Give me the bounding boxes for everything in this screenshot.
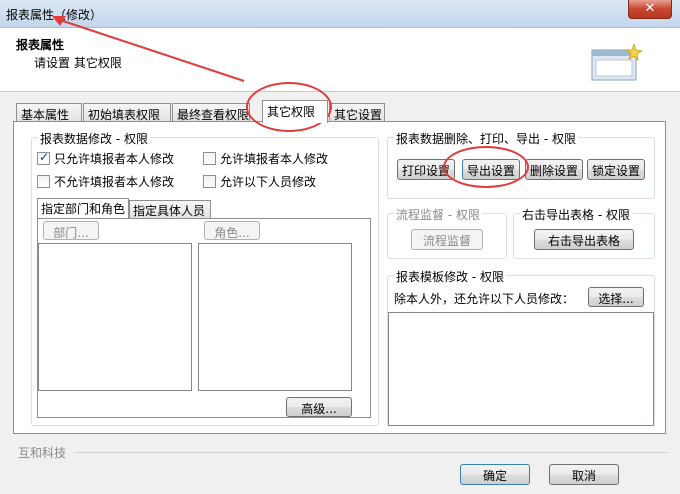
title-bar: 报表属性（修改） ✕ [0,0,680,28]
template-modify-description: 除本人外，还允许以下人员修改： [394,292,575,306]
checkbox-label: 允许以下人员修改 [220,175,317,189]
checkbox-box[interactable] [37,150,50,165]
company-label: 互和科技 [18,446,67,460]
role-button[interactable]: 角色... [204,221,260,240]
header-subtitle: 请设置 其它权限 [34,56,122,70]
allow-others-modify-checkbox[interactable]: 允许以下人员修改 [203,173,316,190]
header-title: 报表属性 [16,38,65,52]
role-list[interactable] [198,243,352,391]
tab-initial-fill[interactable]: 初始填表权限 [83,103,171,123]
data-modify-legend: 报表数据修改 - 权限 [38,130,150,147]
disallow-self-modify-checkbox[interactable]: 不允许填报者本人修改 [37,173,174,190]
allow-self-modify-checkbox[interactable]: 允许填报者本人修改 [203,150,328,167]
checkbox-label: 不允许填报者本人修改 [54,175,175,189]
annotation-circle-export [443,146,529,188]
select-users-button[interactable]: 选择... [588,287,644,307]
data-modify-group: 报表数据修改 - 权限 只允许填报者本人修改 允许填报者本人修改 不允许填报者本… [31,130,379,426]
tab-basic[interactable]: 基本属性 [16,103,82,123]
close-button[interactable]: ✕ [628,0,672,19]
checkbox-label: 只允许填报者本人修改 [54,152,175,166]
dept-list[interactable] [38,243,192,391]
checkbox-label: 允许填报者本人修改 [220,152,329,166]
template-modify-group: 报表模板修改 - 权限 除本人外，还允许以下人员修改： 选择... [387,268,655,426]
checkbox-box[interactable] [203,175,216,188]
right-export-button[interactable]: 右击导出表格 [534,229,634,250]
right-export-group: 右击导出表格 - 权限 右击导出表格 [513,206,655,259]
footer-divider [74,452,668,453]
advanced-button[interactable]: 高级... [286,397,352,417]
delete-settings-button[interactable]: 删除设置 [525,159,583,180]
tab-other-permissions[interactable]: 其它权限 [262,100,328,123]
workflow-legend: 流程监督 - 权限 [394,206,482,223]
ok-button[interactable]: 确定 [460,464,530,485]
dept-button[interactable]: 部门... [43,221,99,240]
subtab-dept-role[interactable]: 指定部门和角色 [37,198,129,218]
subtab-specific-people[interactable]: 指定具体人员 [129,200,211,218]
workflow-button[interactable]: 流程监督 [411,229,483,250]
template-modify-legend: 报表模板修改 - 权限 [394,268,506,285]
subtab-panel: 部门... 角色... 高级... [37,218,371,418]
checkbox-box[interactable] [37,175,50,188]
right-export-legend: 右击导出表格 - 权限 [520,206,632,223]
only-self-modify-checkbox[interactable]: 只允许填报者本人修改 [37,150,174,167]
tab-final-view[interactable]: 最终查看权限 [172,103,250,123]
tab-strip: 基本属性 初始填表权限 最终查看权限 其它权限 其它设置 [0,100,680,123]
cancel-button[interactable]: 取消 [549,464,619,485]
window-title: 报表属性（修改） [6,8,103,22]
window-sparkle-icon [591,42,644,81]
delete-print-export-legend: 报表数据删除、打印、导出 - 权限 [394,130,578,147]
tab-other-settings[interactable]: 其它设置 [329,103,385,123]
dialog-header: 报表属性 请设置 其它权限 [0,28,680,92]
checkbox-box[interactable] [203,152,216,165]
close-icon[interactable]: ✕ [645,1,656,16]
tab-panel: 报表数据修改 - 权限 只允许填报者本人修改 允许填报者本人修改 不允许填报者本… [13,121,666,434]
workflow-group: 流程监督 - 权限 流程监督 [387,206,507,259]
lock-settings-button[interactable]: 锁定设置 [587,159,645,180]
template-users-list[interactable] [388,312,654,426]
